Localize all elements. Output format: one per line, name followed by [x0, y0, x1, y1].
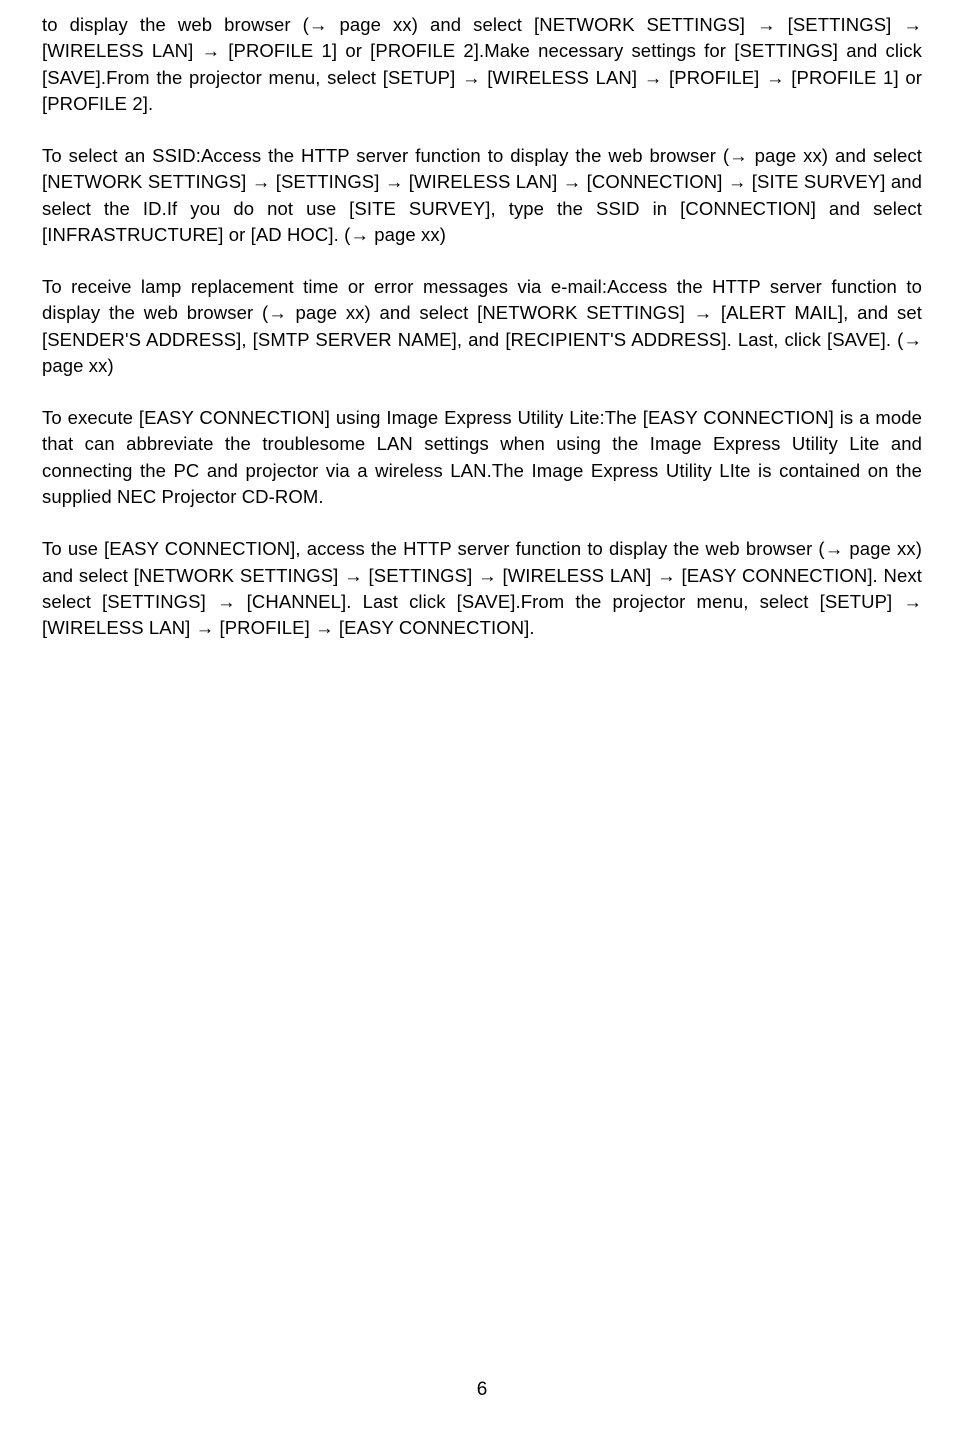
paragraph-1: to display the web browser (→ page xx) a…	[42, 12, 922, 117]
paragraph-3: To receive lamp replacement time or erro…	[42, 274, 922, 379]
paragraph-4: To execute [EASY CONNECTION] using Image…	[42, 405, 922, 510]
page-number: 6	[0, 1379, 964, 1401]
paragraph-2: To select an SSID:Access the HTTP server…	[42, 143, 922, 248]
page-content: to display the web browser (→ page xx) a…	[0, 0, 964, 641]
paragraph-5: To use [EASY CONNECTION], access the HTT…	[42, 536, 922, 641]
